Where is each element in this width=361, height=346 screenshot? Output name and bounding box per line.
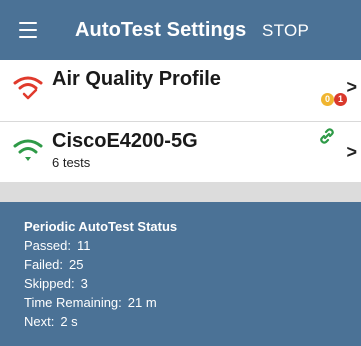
separator-band bbox=[0, 182, 361, 202]
status-failed: Failed: 25 bbox=[24, 257, 84, 272]
time-remaining-value: 21 m bbox=[127, 295, 157, 310]
status-time-remaining: Time Remaining: 21 m bbox=[24, 295, 157, 310]
test-count: 6 tests bbox=[52, 155, 91, 170]
wifi-connected-icon bbox=[13, 139, 43, 161]
profile-card-ciscoe4200[interactable]: CiscoE4200-5G 6 tests > bbox=[0, 122, 361, 182]
wifi-error-icon bbox=[13, 76, 43, 100]
status-skipped: Skipped: 3 bbox=[24, 276, 88, 291]
skipped-label: Skipped: bbox=[24, 276, 75, 291]
link-icon bbox=[320, 128, 334, 144]
failed-value: 25 bbox=[69, 257, 84, 272]
profile-name: CiscoE4200-5G bbox=[52, 130, 198, 152]
warning-count-badge: 0 bbox=[321, 93, 334, 106]
next-value: 2 s bbox=[60, 314, 78, 329]
skipped-value: 3 bbox=[80, 276, 88, 291]
autotest-status-panel: Periodic AutoTest Status Passed: 11 Faile… bbox=[0, 202, 361, 346]
next-label: Next: bbox=[24, 314, 55, 329]
stop-button[interactable]: STOP bbox=[262, 21, 309, 41]
chevron-right-icon: > bbox=[346, 142, 357, 162]
status-next: Next: 2 s bbox=[24, 314, 78, 329]
status-passed: Passed: 11 bbox=[24, 238, 90, 253]
hamburger-menu-icon[interactable] bbox=[16, 18, 42, 42]
chevron-right-icon: > bbox=[346, 77, 357, 97]
page-title: AutoTest Settings bbox=[75, 19, 247, 41]
profile-name: Air Quality Profile bbox=[52, 68, 221, 90]
profile-card-air-quality[interactable]: Air Quality Profile 0 1 > bbox=[0, 60, 361, 121]
passed-label: Passed: bbox=[24, 238, 71, 253]
app-bar: AutoTest Settings STOP bbox=[0, 0, 361, 60]
failed-label: Failed: bbox=[24, 257, 64, 272]
status-heading: Periodic AutoTest Status bbox=[24, 219, 178, 234]
error-count-badge: 1 bbox=[334, 93, 347, 106]
passed-value: 11 bbox=[76, 238, 91, 253]
time-remaining-label: Time Remaining: bbox=[24, 295, 122, 310]
